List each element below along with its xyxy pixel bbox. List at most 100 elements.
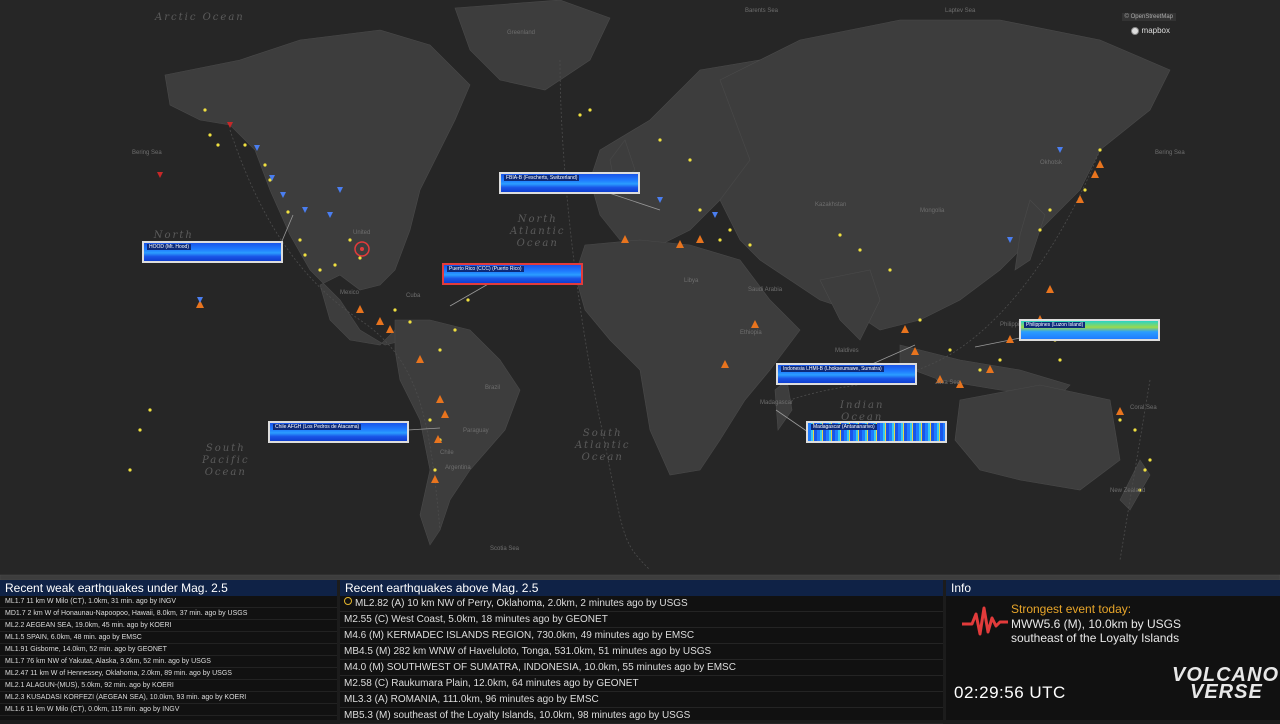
- earthquake-marker[interactable]: [1058, 358, 1062, 362]
- volcano-icon[interactable]: [901, 325, 909, 333]
- volcano-icon[interactable]: [1076, 195, 1084, 203]
- list-item[interactable]: ML2.47 11 km W of Hennessey, Oklahoma, 2…: [0, 668, 337, 680]
- list-item[interactable]: MB4.5 (M) 282 km WNW of Haveluloto, Tong…: [340, 644, 943, 660]
- earthquake-marker[interactable]: [243, 143, 247, 147]
- earthquake-marker[interactable]: [888, 268, 892, 272]
- list-item[interactable]: ML2.2 AEGEAN SEA, 19.0km, 45 min. ago by…: [0, 620, 337, 632]
- earthquake-marker[interactable]: [918, 318, 922, 322]
- earthquake-marker[interactable]: [838, 233, 842, 237]
- earthquake-marker[interactable]: [698, 208, 702, 212]
- station-icon[interactable]: [197, 297, 203, 303]
- earthquake-marker[interactable]: [998, 358, 1002, 362]
- seismogram-us[interactable]: HOOD (Mt. Hood): [142, 241, 283, 263]
- place-label: Chile: [440, 450, 454, 456]
- earthquake-marker[interactable]: [298, 238, 302, 242]
- seismogram-swiss[interactable]: FBIA-B (Fescherts, Switzerland): [499, 172, 640, 194]
- earthquake-marker[interactable]: [433, 468, 437, 472]
- volcano-icon[interactable]: [696, 235, 704, 243]
- seismogram-indonesia[interactable]: Indonesia LHMI-B (Lhokseumawe, Sumatra): [776, 363, 917, 385]
- list-item[interactable]: ML1.7 11 km W Milo (CT), 1.0km, 31 min. …: [0, 596, 337, 608]
- earthquake-marker[interactable]: [1133, 428, 1137, 432]
- osm-credit-link[interactable]: © OpenStreetMap: [1121, 13, 1176, 21]
- place-label: Saudi Arabia: [748, 287, 783, 293]
- list-item[interactable]: ML2.1 ALAGUN-(MUS), 5.0km, 92 min. ago b…: [0, 680, 337, 692]
- earthquake-marker[interactable]: [358, 256, 362, 260]
- seismogram-puerto-rico[interactable]: Puerto Rico (CCC) (Puerto Rico): [442, 263, 583, 285]
- earthquake-marker[interactable]: [348, 238, 352, 242]
- volcano-icon[interactable]: [1096, 160, 1104, 168]
- earthquake-marker[interactable]: [393, 308, 397, 312]
- volcano-icon[interactable]: [386, 325, 394, 333]
- list-item[interactable]: M2.55 (C) West Coast, 5.0km, 18 minutes …: [340, 612, 943, 628]
- list-item[interactable]: ML2.82 (A) 10 km NW of Perry, Oklahoma, …: [340, 596, 943, 612]
- earthquake-marker[interactable]: [1143, 468, 1147, 472]
- volcano-icon[interactable]: [1006, 335, 1014, 343]
- seismogram-madagascar[interactable]: Madagascar (Antananarivo): [806, 421, 947, 443]
- seismogram-chile[interactable]: Chile AFGH (Los Pedros de Atacama): [268, 421, 409, 443]
- station-icon[interactable]: [157, 172, 163, 178]
- earthquake-marker[interactable]: [286, 210, 290, 214]
- earthquake-marker[interactable]: [728, 228, 732, 232]
- list-item[interactable]: ML2.3 KUSADASI KORFEZI (AEGEAN SEA), 10.…: [0, 692, 337, 704]
- weak-list: ML1.7 11 km W Milo (CT), 1.0km, 31 min. …: [0, 596, 337, 716]
- earthquake-marker[interactable]: [428, 418, 432, 422]
- list-item[interactable]: M2.58 (C) Raukumara Plain, 12.0km, 64 mi…: [340, 676, 943, 692]
- earthquake-marker[interactable]: [578, 113, 582, 117]
- earthquake-marker[interactable]: [216, 143, 220, 147]
- volcano-icon[interactable]: [376, 317, 384, 325]
- earthquake-marker[interactable]: [718, 238, 722, 242]
- earthquake-marker[interactable]: [438, 348, 442, 352]
- earthquake-marker[interactable]: [948, 348, 952, 352]
- mapbox-logo[interactable]: mapbox: [1130, 26, 1170, 35]
- earthquake-marker[interactable]: [203, 108, 207, 112]
- volcano-icon[interactable]: [1116, 407, 1124, 415]
- new-event-icon: [344, 597, 352, 605]
- earthquake-marker[interactable]: [138, 428, 142, 432]
- earthquake-marker[interactable]: [1118, 418, 1122, 422]
- earthquake-marker[interactable]: [453, 328, 457, 332]
- list-item[interactable]: MB5.3 (M) southeast of the Loyalty Islan…: [340, 708, 943, 724]
- seismogram-label: Madagascar (Antananarivo): [811, 424, 877, 430]
- earthquake-marker[interactable]: [658, 138, 662, 142]
- earthquake-marker[interactable]: [1083, 188, 1087, 192]
- place-label: Coral Sea: [1130, 405, 1157, 411]
- list-item[interactable]: ML1.91 Gisborne, 14.0km, 52 min. ago by …: [0, 644, 337, 656]
- earthquake-marker[interactable]: [408, 320, 412, 324]
- list-item[interactable]: ML3.3 (A) ROMANIA, 111.0km, 96 minutes a…: [340, 692, 943, 708]
- place-label: Kazakhstan: [815, 202, 847, 208]
- place-label: Mexico: [340, 290, 360, 296]
- place-label: United: [353, 230, 371, 236]
- station-icon[interactable]: [712, 212, 718, 218]
- earthquake-marker[interactable]: [588, 108, 592, 112]
- place-label: Laptev Sea: [945, 8, 976, 14]
- earthquake-marker[interactable]: [466, 298, 470, 302]
- list-item[interactable]: MD1.7 2 km W of Honaunau-Napoopoo, Hawai…: [0, 608, 337, 620]
- strong-panel-title: Recent earthquakes above Mag. 2.5: [340, 580, 943, 596]
- earthquake-marker[interactable]: [1048, 208, 1052, 212]
- list-item[interactable]: ML1.7 76 km NW of Yakutat, Alaska, 9.0km…: [0, 656, 337, 668]
- earthquake-marker[interactable]: [303, 253, 307, 257]
- earthquake-marker[interactable]: [748, 243, 752, 247]
- earthquake-marker[interactable]: [688, 158, 692, 162]
- seismogram-philippines[interactable]: Philippines (Luzon Island): [1019, 319, 1160, 341]
- earthquake-marker[interactable]: [1148, 458, 1152, 462]
- list-item[interactable]: ML1.6 11 km W Milo (CT), 0.0km, 115 min.…: [0, 704, 337, 716]
- volcano-icon[interactable]: [1046, 285, 1054, 293]
- volcano-icon[interactable]: [356, 305, 364, 313]
- world-map[interactable]: Arctic Ocean North Pacific Ocean North A…: [0, 0, 1280, 580]
- list-item[interactable]: ML1.5 SPAIN, 6.0km, 48 min. ago by EMSC: [0, 632, 337, 644]
- earthquake-marker[interactable]: [333, 263, 337, 267]
- earthquake-marker[interactable]: [978, 368, 982, 372]
- earthquake-marker[interactable]: [148, 408, 152, 412]
- earthquake-marker[interactable]: [263, 163, 267, 167]
- earthquake-marker[interactable]: [128, 468, 132, 472]
- volcano-icon[interactable]: [1091, 170, 1099, 178]
- earthquake-marker[interactable]: [1098, 148, 1102, 152]
- earthquake-marker[interactable]: [208, 133, 212, 137]
- list-item[interactable]: M4.6 (M) KERMADEC ISLANDS REGION, 730.0k…: [340, 628, 943, 644]
- earthquake-marker[interactable]: [318, 268, 322, 272]
- earthquake-marker[interactable]: [858, 248, 862, 252]
- earthquake-marker[interactable]: [1038, 228, 1042, 232]
- list-item[interactable]: M4.0 (M) SOUTHWEST OF SUMATRA, INDONESIA…: [340, 660, 943, 676]
- seismogram-label: HOOD (Mt. Hood): [147, 244, 192, 250]
